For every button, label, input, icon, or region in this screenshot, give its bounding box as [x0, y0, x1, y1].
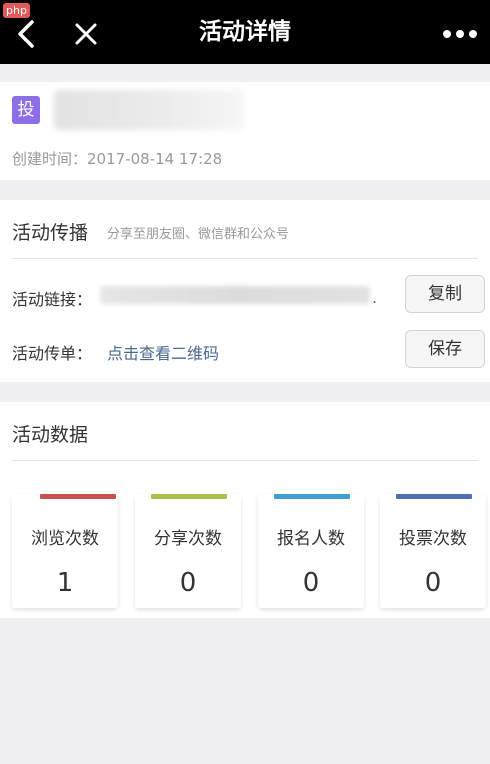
- stat-card-signups: 报名人数 0: [258, 494, 364, 608]
- activity-link-label: 活动链接：: [12, 290, 93, 309]
- save-flyer-button[interactable]: 保存: [405, 330, 485, 368]
- created-time-line: 创建时间：2017-08-14 17:28: [12, 148, 222, 169]
- stat-label: 投票次数: [399, 529, 467, 549]
- stat-card-views: 浏览次数 1: [12, 494, 118, 608]
- stat-label: 浏览次数: [31, 529, 99, 549]
- activity-flyer-label: 活动传单：: [12, 344, 93, 363]
- activity-stats-section: 活动数据 浏览次数 1 分享次数 0 报名人数 0 投票次数 0: [0, 402, 490, 618]
- stat-color-bar: [151, 494, 227, 499]
- created-time-label: 创建时间：: [12, 150, 88, 168]
- stat-color-bar: [274, 494, 350, 499]
- blurred-activity-name: [54, 90, 244, 130]
- blurred-activity-link: [100, 286, 370, 304]
- stat-value: 0: [302, 568, 320, 598]
- stat-card-shares: 分享次数 0: [135, 494, 241, 608]
- stat-color-bar: [396, 494, 472, 499]
- stat-value: 1: [56, 568, 74, 598]
- stat-color-bar: [40, 494, 116, 499]
- stats-divider: [12, 460, 478, 461]
- share-section: 活动传播 分享至朋友圈、微信群和公众号 活动链接： . 复制 活动传单： 点击查…: [0, 200, 490, 382]
- created-time-value: 2017-08-14 17:28: [87, 150, 223, 168]
- stat-value: 0: [179, 568, 197, 598]
- more-button[interactable]: [438, 14, 482, 54]
- activity-info-card: 投 创建时间：2017-08-14 17:28: [0, 82, 490, 180]
- more-dots-icon: [443, 30, 477, 38]
- stat-label: 报名人数: [277, 529, 345, 549]
- copy-link-button[interactable]: 复制: [405, 275, 485, 313]
- link-ellipsis: .: [372, 288, 378, 307]
- back-button[interactable]: [6, 14, 46, 54]
- view-qr-code-link[interactable]: 点击查看二维码: [107, 340, 219, 364]
- stat-label: 分享次数: [154, 529, 222, 549]
- stats-section-title: 活动数据: [12, 424, 89, 446]
- share-divider: [12, 258, 478, 259]
- top-navigation-bar: php 活动详情: [0, 0, 490, 64]
- share-section-title: 活动传播: [12, 222, 89, 244]
- stat-value: 0: [424, 568, 442, 598]
- stat-card-votes: 投票次数 0: [380, 494, 486, 608]
- share-section-subtitle: 分享至朋友圈、微信群和公众号: [107, 227, 290, 242]
- chevron-left-icon: [18, 20, 34, 48]
- close-icon: [75, 23, 97, 45]
- activity-type-badge: 投: [12, 96, 40, 124]
- close-button[interactable]: [66, 14, 106, 54]
